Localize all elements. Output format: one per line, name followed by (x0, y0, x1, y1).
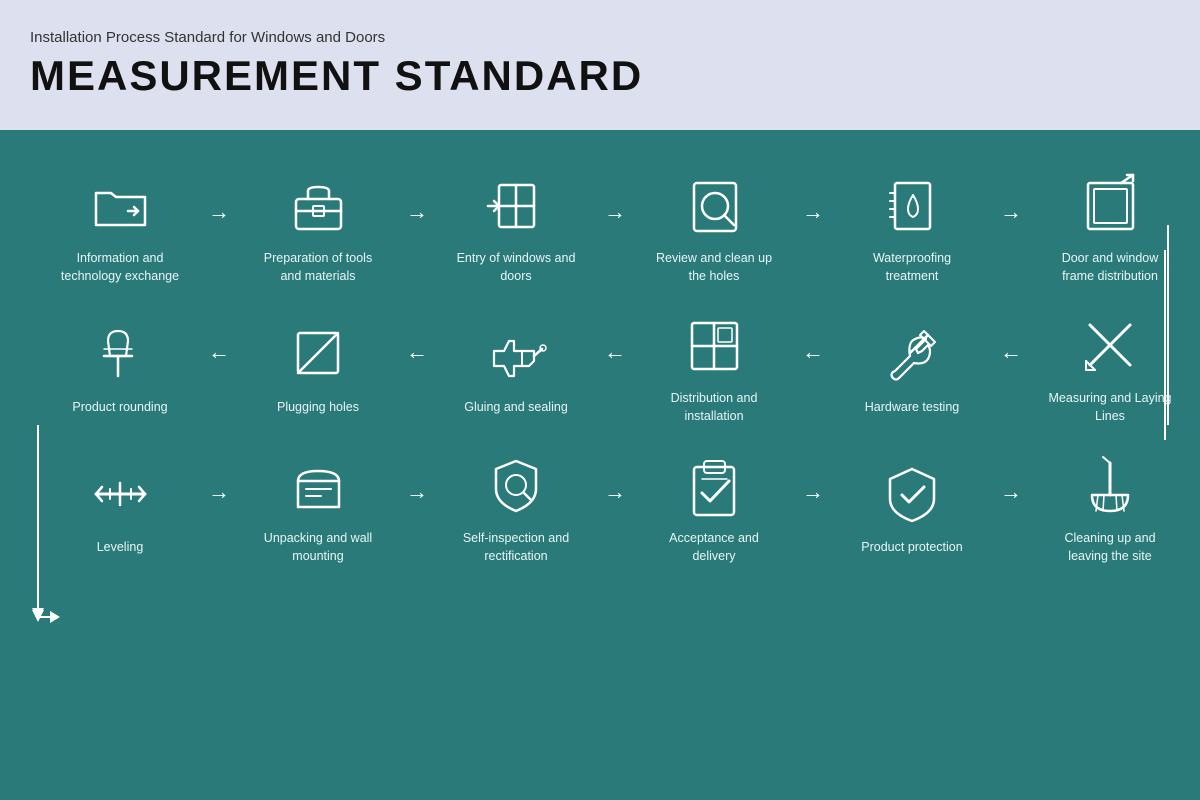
plug-icon (283, 319, 353, 389)
distribution-icon (679, 310, 749, 380)
step-measuring: Measuring and Laying Lines (1030, 310, 1190, 425)
header-subtitle: Installation Process Standard for Window… (30, 29, 1170, 46)
arrow-l1: → (200, 479, 238, 505)
arrow-l4: → (794, 479, 832, 505)
step-label: Door and window frame distribution (1045, 250, 1175, 285)
step-label: Measuring and Laying Lines (1045, 390, 1175, 425)
toolbox-icon (283, 170, 353, 240)
step-distribution: Distribution and installation (634, 310, 794, 425)
step-review-holes: Review and clean up the holes (634, 170, 794, 285)
hardware-icon (877, 319, 947, 389)
step-hardware: Hardware testing (832, 319, 992, 417)
step-leveling: Leveling (40, 459, 200, 557)
step-label: Entry of windows and doors (451, 250, 581, 285)
frame-dist-icon (1075, 170, 1145, 240)
step-label: Plugging holes (277, 399, 359, 417)
arrow-l3: → (596, 479, 634, 505)
row-2: Measuring and Laying Lines ← Hardware te… (40, 310, 1170, 425)
step-frame-dist: Door and window frame distribution (1030, 170, 1190, 285)
arrow-1: → (200, 199, 238, 225)
arrow-r1: ← (992, 339, 1030, 365)
step-label: Distribution and installation (649, 390, 779, 425)
glue-icon (481, 319, 551, 389)
waterproof-icon (877, 170, 947, 240)
step-label: Hardware testing (865, 399, 960, 417)
arrow-5: → (992, 199, 1030, 225)
broom-icon (1075, 450, 1145, 520)
arrow-r4: ← (398, 339, 436, 365)
step-label: Unpacking and wall mounting (253, 530, 383, 565)
arrow-r3: ← (596, 339, 634, 365)
step-rounding: Product rounding (40, 319, 200, 417)
step-label: Gluing and sealing (464, 399, 568, 417)
step-info-exchange: Information and technology exchange (40, 170, 200, 285)
step-label: Product protection (861, 539, 962, 557)
step-acceptance: Acceptance and delivery (634, 450, 794, 565)
step-label: Cleaning up and leaving the site (1045, 530, 1175, 565)
step-protection: Product protection (832, 459, 992, 557)
arrow-l2: → (398, 479, 436, 505)
step-label: Waterproofing treatment (847, 250, 977, 285)
step-label: Leveling (97, 539, 144, 557)
step-waterproofing: Waterproofing treatment (832, 170, 992, 285)
row-3: Leveling → Unpacking and wall mounting → (40, 450, 1170, 565)
step-label: Product rounding (72, 399, 167, 417)
header: Installation Process Standard for Window… (0, 0, 1200, 130)
step-gluing: Gluing and sealing (436, 319, 596, 417)
step-entry-windows: Entry of windows and doors (436, 170, 596, 285)
pin-icon (85, 319, 155, 389)
arrow-4: → (794, 199, 832, 225)
arrow-2: → (398, 199, 436, 225)
step-label: Review and clean up the holes (649, 250, 779, 285)
step-tools-prep: Preparation of tools and materials (238, 170, 398, 285)
measure-icon (1075, 310, 1145, 380)
header-title: MEASUREMENT STANDARD (30, 52, 1170, 100)
self-inspect-icon (481, 450, 551, 520)
accept-icon (679, 450, 749, 520)
arrow-r2: ← (794, 339, 832, 365)
arrow-l5: → (992, 479, 1030, 505)
row-1: Information and technology exchange → Pr… (40, 170, 1170, 285)
magnifier-icon (679, 170, 749, 240)
step-label: Preparation of tools and materials (253, 250, 383, 285)
step-label: Self-inspection and rectification (451, 530, 581, 565)
step-unpacking: Unpacking and wall mounting (238, 450, 398, 565)
step-label: Acceptance and delivery (649, 530, 779, 565)
arrow-3: → (596, 199, 634, 225)
arrow-r5: ← (200, 339, 238, 365)
step-plugging: Plugging holes (238, 319, 398, 417)
step-label: Information and technology exchange (55, 250, 185, 285)
step-cleanup: Cleaning up and leaving the site (1030, 450, 1190, 565)
level-icon (85, 459, 155, 529)
step-self-inspect: Self-inspection and rectification (436, 450, 596, 565)
folder-icon (85, 170, 155, 240)
window-entry-icon (481, 170, 551, 240)
unpack-icon (283, 450, 353, 520)
shield-icon (877, 459, 947, 529)
main-content: Information and technology exchange → Pr… (0, 130, 1200, 800)
